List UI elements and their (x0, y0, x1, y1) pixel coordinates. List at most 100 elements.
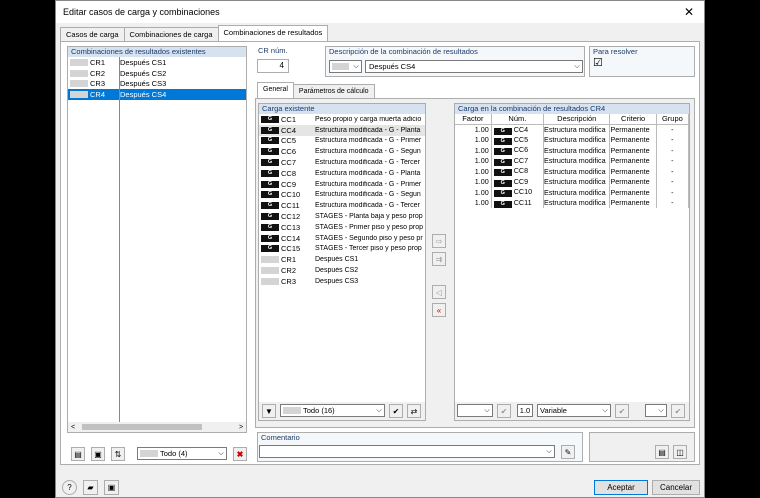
criterion-select[interactable]: Variable ⌵ (537, 404, 611, 417)
load-desc: Estructura modificada - G - Primer (315, 137, 422, 145)
apply-group-icon[interactable]: ✔ (671, 404, 685, 418)
load-desc: Estructura modificada - G - Segun (315, 191, 421, 199)
existing-load-row[interactable]: CR2 Después CS2 (259, 265, 425, 276)
factor-value[interactable]: 1.0 (517, 404, 533, 417)
existing-load-row[interactable]: G CC6 Estructura modificada - G - Segun (259, 146, 425, 157)
factor-cell: 1.00 (455, 176, 492, 187)
existing-load-row[interactable]: G CC9 Estructura modificada - G - Primer (259, 179, 425, 190)
scroll-thumb[interactable] (82, 424, 202, 430)
horizontal-scrollbar[interactable]: < > (68, 422, 246, 432)
invert-selection-icon[interactable]: ⇄ (407, 404, 421, 418)
description-select[interactable]: Después CS4 ⌵ (365, 60, 583, 73)
load-desc: Estructura modificada - G - Tercer (315, 202, 420, 210)
existing-load-row[interactable]: G CC8 Estructura modificada - G - Planta (259, 168, 425, 179)
load-id: CC12 (281, 212, 301, 222)
delete-icon[interactable]: ✖ (233, 447, 247, 461)
existing-load-row[interactable]: G CC4 Estructura modificada - G - Planta (259, 124, 425, 136)
combination-row[interactable]: CR2 Después CS2 (68, 68, 246, 79)
subtab-2[interactable]: Parámetros de cálculo (292, 84, 375, 98)
column-header: Descripción (543, 114, 611, 125)
combination-id: CR1 (90, 57, 106, 67)
resolve-panel: Para resolver ☑ (589, 46, 695, 77)
add-icon[interactable]: ⇨ (432, 234, 446, 248)
scroll-left-icon[interactable]: < (68, 424, 78, 431)
table-row[interactable]: 1.00 G CC11 Estructura modifica Permanente - (455, 197, 690, 208)
load-desc: Estructura modificada - G - Planta (315, 169, 421, 177)
criterion-cell: Permanente (609, 145, 657, 156)
number-cell: G CC10 (491, 187, 545, 198)
save-icon[interactable]: ▣ (104, 480, 119, 495)
table-row[interactable]: 1.00 G CC9 Estructura modifica Permanente - (455, 176, 690, 187)
dialog-window: Editar casos de carga y combinaciones ✕ … (55, 0, 705, 498)
tab-2[interactable]: Combinaciones de carga (123, 27, 219, 41)
table-row[interactable]: 1.00 G CC10 Estructura modifica Permanente - (455, 187, 690, 198)
group-cell: - (656, 145, 690, 156)
factor-cell: 1.00 (455, 134, 492, 145)
existing-load-row[interactable]: G CC12 STAGES - Planta baja y peso prop (259, 211, 425, 222)
window-title: Editar casos de carga y combinaciones (63, 7, 220, 17)
load-id: CC6 (513, 145, 529, 155)
load-id: CC15 (281, 244, 301, 254)
combination-row[interactable]: CR3 Después CS3 (68, 79, 246, 90)
apply-number-icon[interactable]: ✔ (497, 404, 511, 418)
help-icon[interactable]: ? (62, 480, 77, 495)
color-swatch (261, 277, 279, 285)
remove-all-icon[interactable]: « (432, 303, 446, 317)
combination-row[interactable]: CR1 Después CS1 (68, 57, 246, 68)
existing-load-row[interactable]: CR3 Después CS3 (259, 276, 425, 287)
table-row[interactable]: 1.00 G CC8 Estructura modifica Permanente - (455, 166, 690, 177)
table-row[interactable]: 1.00 G CC7 Estructura modifica Permanente - (455, 155, 690, 166)
table-row[interactable]: 1.00 G CC6 Estructura modifica Permanente - (455, 145, 690, 156)
column-divider (119, 57, 120, 422)
add-all-icon[interactable]: ⇉ (432, 252, 446, 266)
cr-number-field[interactable]: 4 (257, 59, 289, 73)
load-type-tag: G (261, 245, 279, 253)
copy-combination-icon[interactable]: ▣ (91, 447, 105, 461)
column-header: Factor (455, 114, 492, 125)
existing-load-row[interactable]: G CC13 STAGES - Primer piso y peso propi (259, 222, 425, 233)
cancel-button[interactable]: Cancelar (652, 480, 700, 495)
new-combination-icon[interactable]: ▤ (71, 447, 85, 461)
renumber-icon[interactable]: ⇅ (111, 447, 125, 461)
load-id: CC1 (281, 114, 297, 124)
close-icon[interactable]: ✕ (674, 5, 704, 19)
existing-load-row[interactable]: G CC7 Estructura modificada - G - Tercer (259, 157, 425, 168)
view-icon[interactable]: ◫ (673, 445, 687, 459)
table-row[interactable]: 1.00 G CC5 Estructura modifica Permanente - (455, 134, 690, 145)
color-select[interactable]: ⌵ (329, 60, 362, 73)
existing-load-row[interactable]: G CC14 STAGES - Segundo piso y peso pr (259, 233, 425, 244)
chevron-down-icon: ⌵ (376, 406, 382, 414)
existing-load-row[interactable]: G CC5 Estructura modificada - G - Primer (259, 136, 425, 147)
accept-button[interactable]: Aceptar (594, 480, 648, 495)
existing-load-row[interactable]: G CC10 Estructura modificada - G - Segun (259, 190, 425, 201)
combination-row[interactable]: CR4 Después CS4 (68, 89, 246, 101)
remove-icon[interactable]: ◁ (432, 285, 446, 299)
tab-3[interactable]: Combinaciones de resultados (217, 25, 329, 41)
group-select[interactable]: ⌵ (645, 404, 667, 417)
tab-1[interactable]: Casos de carga (60, 27, 125, 41)
scroll-right-icon[interactable]: > (236, 424, 246, 431)
filter-icon[interactable]: ▼ (262, 404, 276, 418)
existing-filter-select[interactable]: Todo (16) ⌵ (280, 404, 385, 417)
description-cell: Estructura modifica (543, 197, 611, 208)
existing-load-row[interactable]: G CC11 Estructura modificada - G - Tercer (259, 200, 425, 211)
print-icon[interactable]: ▤ (655, 445, 669, 459)
load-id: CC5 (513, 134, 529, 144)
factor-select[interactable]: ⌵ (457, 404, 493, 417)
table-row[interactable]: 1.00 G CC4 Estructura modifica Permanente - (455, 124, 690, 135)
combination-list: CR1 Después CS1 CR2 Después CS2 CR3 Después C… (68, 57, 246, 101)
select-all-icon[interactable]: ✔ (389, 404, 403, 418)
chevron-down-icon: ⌵ (546, 447, 552, 455)
open-icon[interactable]: ▰ (83, 480, 98, 495)
column-header: Núm. (491, 114, 545, 125)
comment-edit-icon[interactable]: ✎ (561, 445, 575, 459)
subtab-1[interactable]: General (257, 82, 294, 98)
comment-select[interactable]: ⌵ (259, 445, 555, 458)
load-type-tag: G (493, 137, 512, 145)
resolve-checkbox[interactable]: ☑ (590, 57, 694, 69)
apply-criterion-icon[interactable]: ✔ (615, 404, 629, 418)
existing-load-row[interactable]: G CC1 Peso propio y carga muerta adicio (259, 114, 425, 125)
existing-load-row[interactable]: CR1 Después CS1 (259, 254, 425, 265)
existing-load-row[interactable]: G CC15 STAGES - Tercer piso y peso prop (259, 244, 425, 255)
left-filter-select[interactable]: Todo (4) ⌵ (137, 447, 227, 460)
